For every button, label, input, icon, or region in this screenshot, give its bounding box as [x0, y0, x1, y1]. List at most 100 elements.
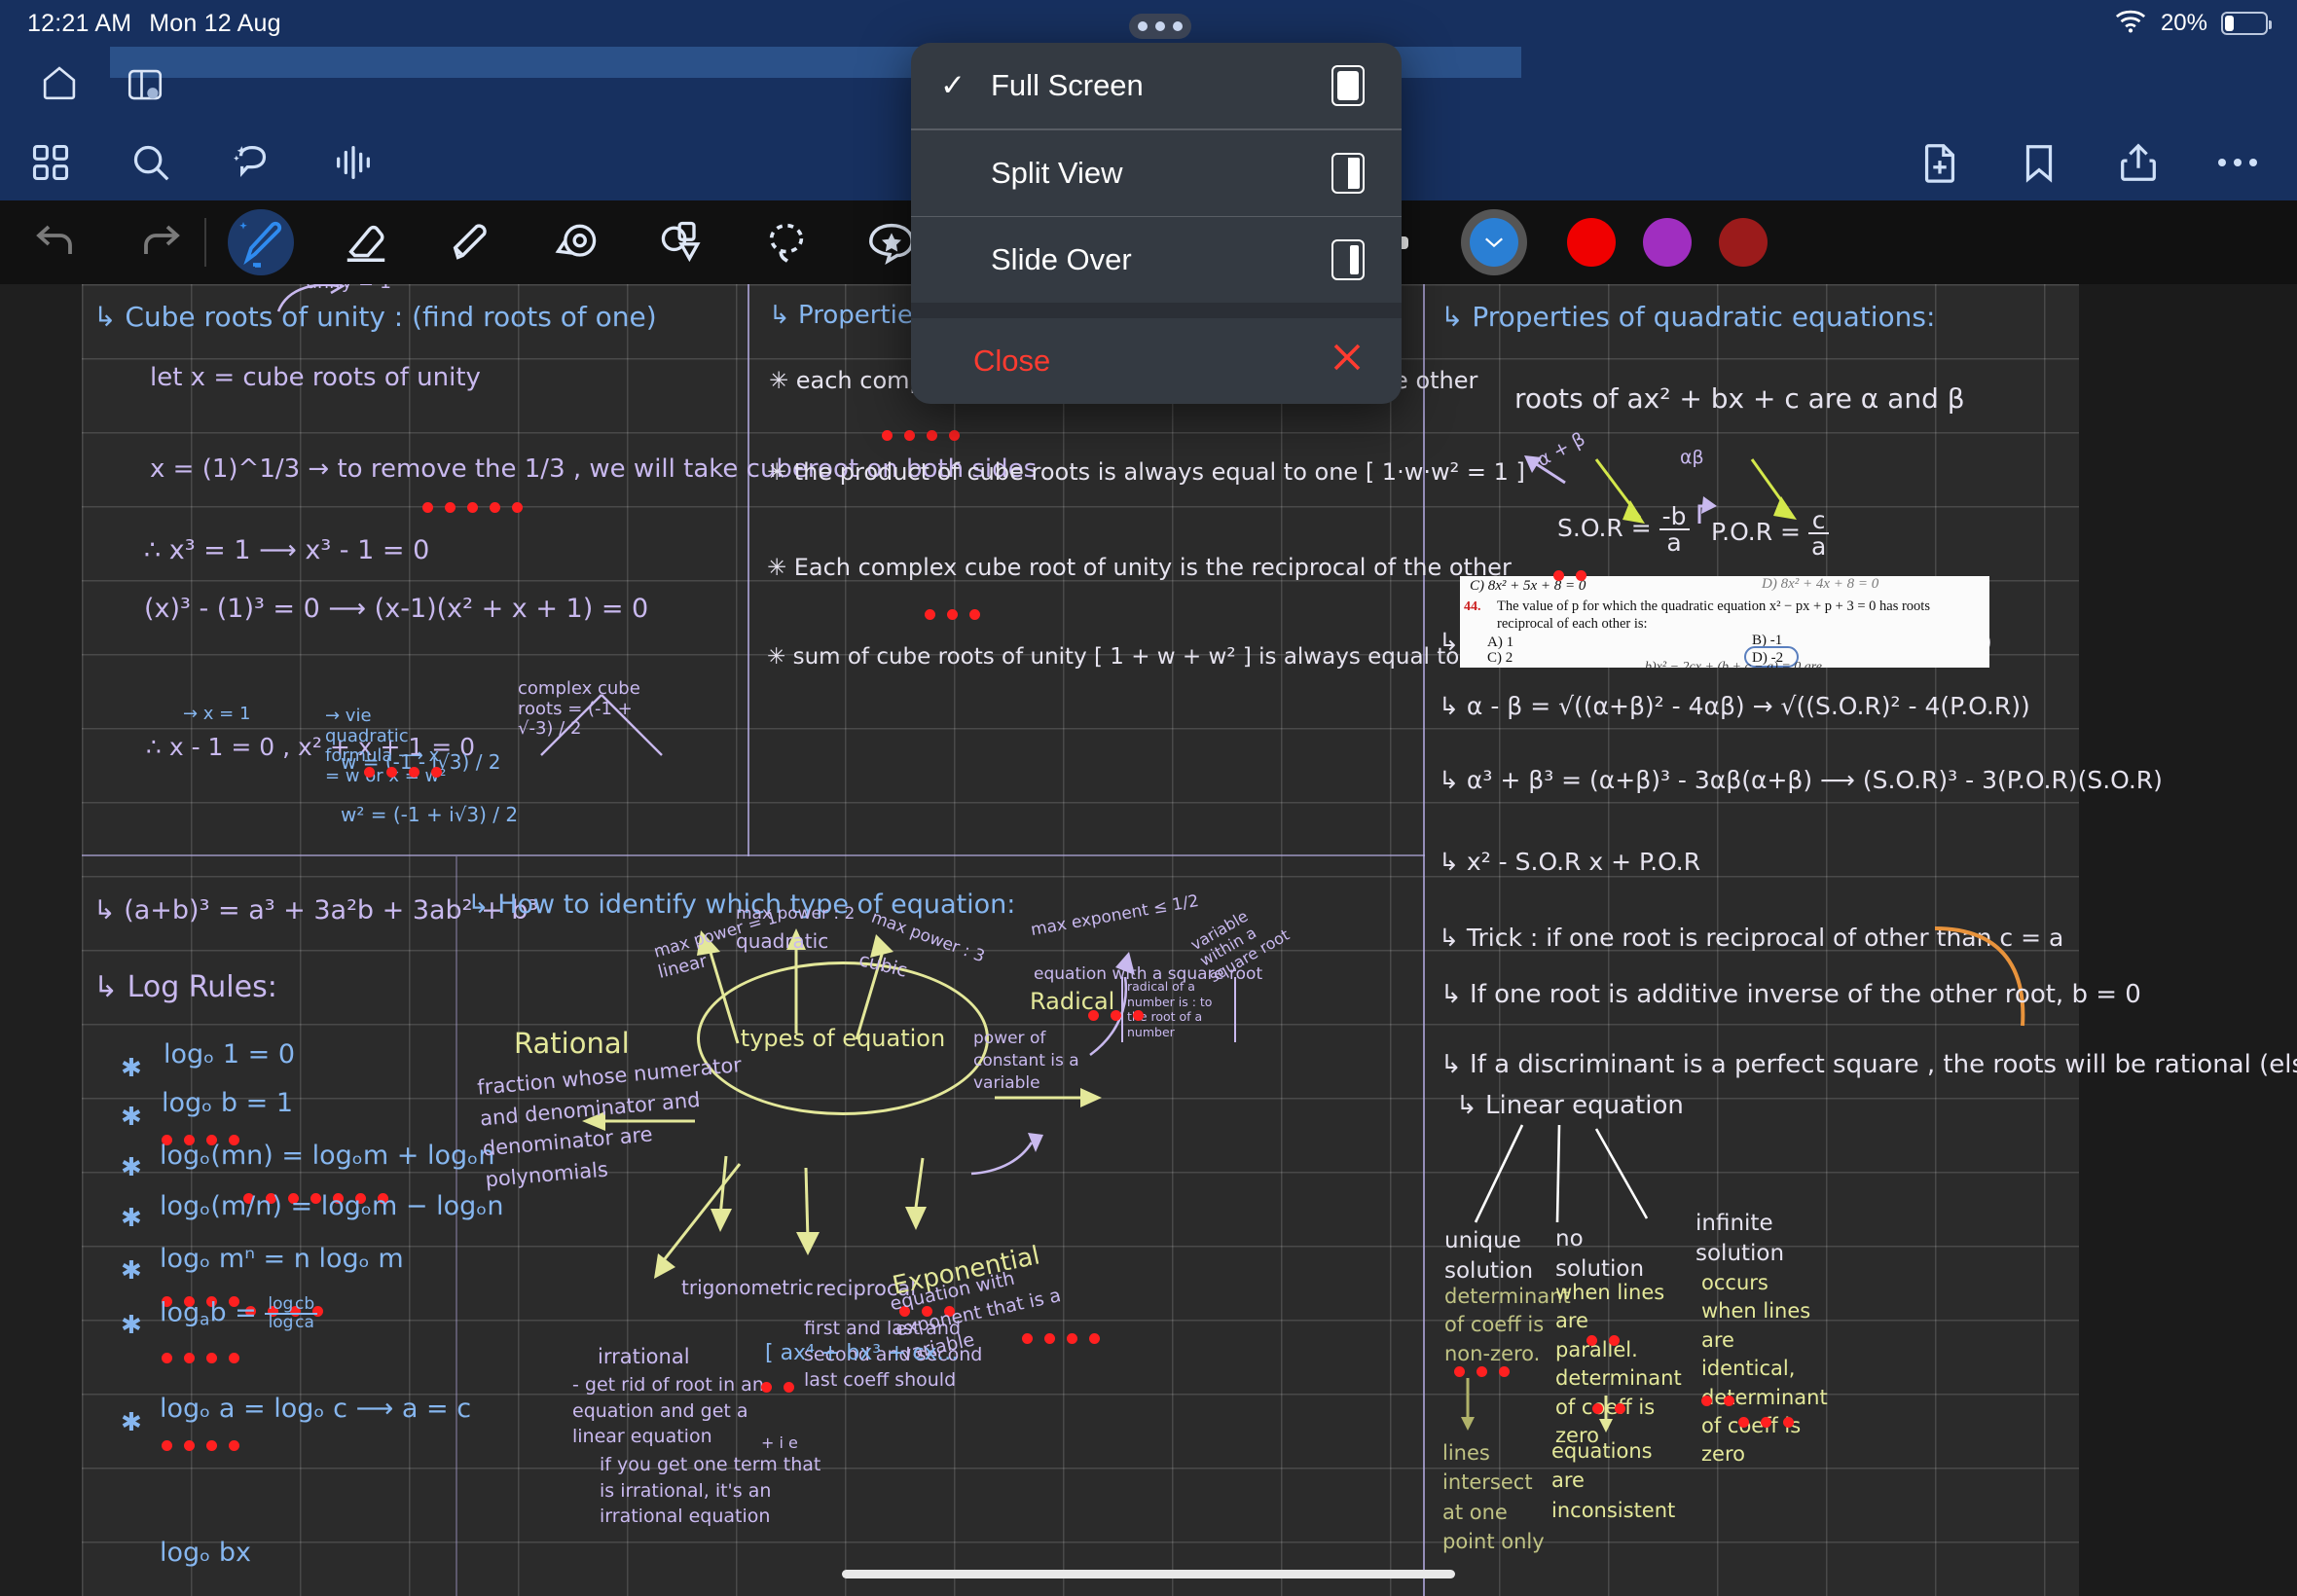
status-time: 12:21 AM [27, 9, 132, 37]
col2-bullet-3: ✳ Each complex cube root of unity is the… [767, 554, 1512, 581]
status-date: Mon 12 Aug [149, 9, 281, 37]
menu-item-label: Split View [991, 155, 1123, 190]
menu-item-slide-over[interactable]: Slide Over [911, 217, 1402, 303]
grid-icon[interactable] [29, 141, 72, 189]
mindmap-exponential-note: power of constant is a variable [973, 1029, 1079, 1093]
toolbar-divider [204, 218, 206, 267]
log-star-4: ✱ [121, 1204, 142, 1233]
textbook-inset: C) 8x² + 5x + 8 = 0 D) 8x² + 4x + 8 = 0 … [1460, 576, 1989, 668]
col1-line6: → x = 1 [183, 704, 251, 724]
col1-line3: ∴ x³ = 1 ⟶ x³ - 1 = 0 [144, 535, 430, 565]
inset-question: The value of p for which the quadratic e… [1497, 598, 1930, 633]
inset-line-d: D) 8x² + 4x + 8 = 0 [1762, 576, 1879, 592]
col2-bullet-2: ✳ the product of cube roots is always eq… [767, 458, 1525, 486]
unity-arrow-icon [276, 284, 346, 312]
menu-item-full-screen[interactable]: ✓ Full Screen [911, 43, 1402, 128]
color-swatch-purple[interactable] [1643, 218, 1692, 267]
home-indicator[interactable] [842, 1570, 1455, 1578]
branch-arrow-icon [540, 694, 663, 756]
ai-sparkle-icon[interactable] [230, 140, 274, 190]
divider-col1 [747, 284, 749, 856]
linear-branch2-title: no solution [1555, 1226, 1645, 1283]
menu-item-label: Close [973, 344, 1051, 378]
more-icon[interactable] [2215, 153, 2260, 177]
pen-icon[interactable] [228, 209, 294, 275]
trick-curve-icon [1934, 926, 2025, 1027]
log-star-3: ✱ [121, 1153, 142, 1182]
red-dots-2 [364, 765, 454, 778]
col3-sor: S.O.R = -b a [1557, 504, 1690, 555]
share-icon[interactable] [2116, 140, 2161, 190]
tape-icon[interactable] [543, 209, 609, 275]
checkmark-icon: ✓ [940, 68, 966, 102]
col4-line1: ↳ If one root is additive inverse of the… [1440, 980, 2141, 1009]
close-x-icon [1330, 340, 1365, 382]
mindmap-quad-label: quadratic [736, 929, 829, 953]
shapes-icon[interactable] [648, 209, 714, 275]
log-rule-2: logₒ b = 1 [162, 1088, 294, 1118]
mindmap-rational-label: Rational [514, 1027, 630, 1060]
col1-line4: (x)³ - (1)³ = 0 ⟶ (x-1)(x² + x + 1) = 0 [144, 594, 649, 624]
linear-branch3-title: infinite solution [1695, 1211, 1785, 1267]
col1-w2: w² = (-1 + i√3) / 2 [341, 803, 519, 826]
menu-item-label: Slide Over [991, 242, 1132, 276]
inset-qnum: 44. [1464, 599, 1481, 614]
search-icon[interactable] [128, 140, 173, 190]
color-swatch-darkred[interactable] [1719, 218, 1768, 267]
undo-icon[interactable] [33, 219, 80, 267]
col3-heading: ↳ Properties of quadratic equations: [1440, 301, 1936, 333]
multitasking-menu: ✓ Full Screen Split View Slide Over Clos… [911, 43, 1402, 404]
red-dots-4 [925, 607, 992, 620]
col3-por: P.O.R = ca [1711, 508, 1830, 559]
col1-line1: let x = cube roots of unity [150, 363, 481, 392]
window-grabber-icon[interactable] [1129, 14, 1191, 39]
battery-icon [2221, 12, 2272, 35]
mindmap-center-label: types of equation [740, 1025, 946, 1052]
col2-bullet-4: ✳ sum of cube roots of unity [ 1 + w + w… [767, 644, 1514, 670]
inset-option-c: C) 2 [1487, 650, 1513, 666]
bookmark-icon[interactable] [2017, 140, 2061, 190]
log-rule-5: logₒ mⁿ = n logₒ m [160, 1244, 404, 1274]
inset-option-a: A) 1 [1487, 635, 1514, 650]
log-star-2: ✱ [121, 1103, 142, 1132]
col1-heading: ↳ Cube roots of unity : (find roots of o… [93, 301, 657, 333]
red-dots-1 [422, 500, 534, 513]
red-dots-5 [1553, 568, 1598, 581]
screen: ↳ Cube roots of unity : (find roots of o… [0, 0, 2297, 1596]
highlighter-icon[interactable] [438, 209, 504, 275]
log-rule-1: logₒ 1 = 0 [164, 1039, 296, 1070]
split-view-icon [1331, 152, 1365, 194]
log-star-1: ✱ [121, 1054, 142, 1083]
linear-branch1-title: unique solution [1444, 1228, 1534, 1285]
mindmap-quad-note: max power : 2 [736, 904, 856, 924]
inset-line-c: C) 8x² + 5x + 8 = 0 [1470, 578, 1586, 594]
log-rule-4: logₒ(m/n) = logₒm − logₒn [160, 1191, 504, 1221]
audio-waveform-icon[interactable] [331, 140, 376, 190]
col3-roots-line: roots of ax² + bx + c are α and β [1514, 382, 1965, 415]
menu-item-split-view[interactable]: Split View [911, 130, 1402, 216]
log-star-5: ✱ [121, 1256, 142, 1286]
mindmap-trig-label: trigonometric [681, 1276, 814, 1299]
menu-item-label: Full Screen [991, 68, 1144, 102]
new-page-icon[interactable] [1917, 140, 1962, 190]
menu-item-close[interactable]: Close [911, 318, 1402, 404]
full-screen-icon [1331, 65, 1365, 106]
battery-percent: 20% [2160, 10, 2207, 36]
mindmap-rational-note: fraction whose numerator and denominator… [476, 1053, 743, 1191]
eraser-icon[interactable] [333, 209, 399, 275]
slide-over-icon [1331, 239, 1365, 280]
menu-group-gap [911, 303, 1402, 318]
window-switcher: + Notes New Window [0, 1324, 2297, 1596]
color-swatch-blue-selected[interactable] [1470, 218, 1518, 267]
col3-line2: ↳ α - β = √((α+β)² - 4αβ) → √((S.O.R)² -… [1439, 692, 2030, 720]
red-dots-17 [1088, 1008, 1155, 1021]
col3-line3: ↳ α³ + β³ = (α+β)³ - 3αβ(α+β) ⟶ (S.O.R)³… [1439, 766, 2163, 794]
wifi-icon [2114, 8, 2147, 40]
divider-row1 [82, 854, 1425, 856]
color-swatch-red[interactable] [1567, 218, 1616, 267]
log-rule-3: logₒ(mn) = logₒm + logₒn [160, 1141, 495, 1171]
log-rules-heading: ↳ Log Rules: [93, 970, 277, 1004]
col3-line4: ↳ x² - S.O.R x + P.O.R [1439, 848, 1701, 876]
redo-icon[interactable] [136, 219, 183, 267]
lasso-icon[interactable] [753, 209, 820, 275]
